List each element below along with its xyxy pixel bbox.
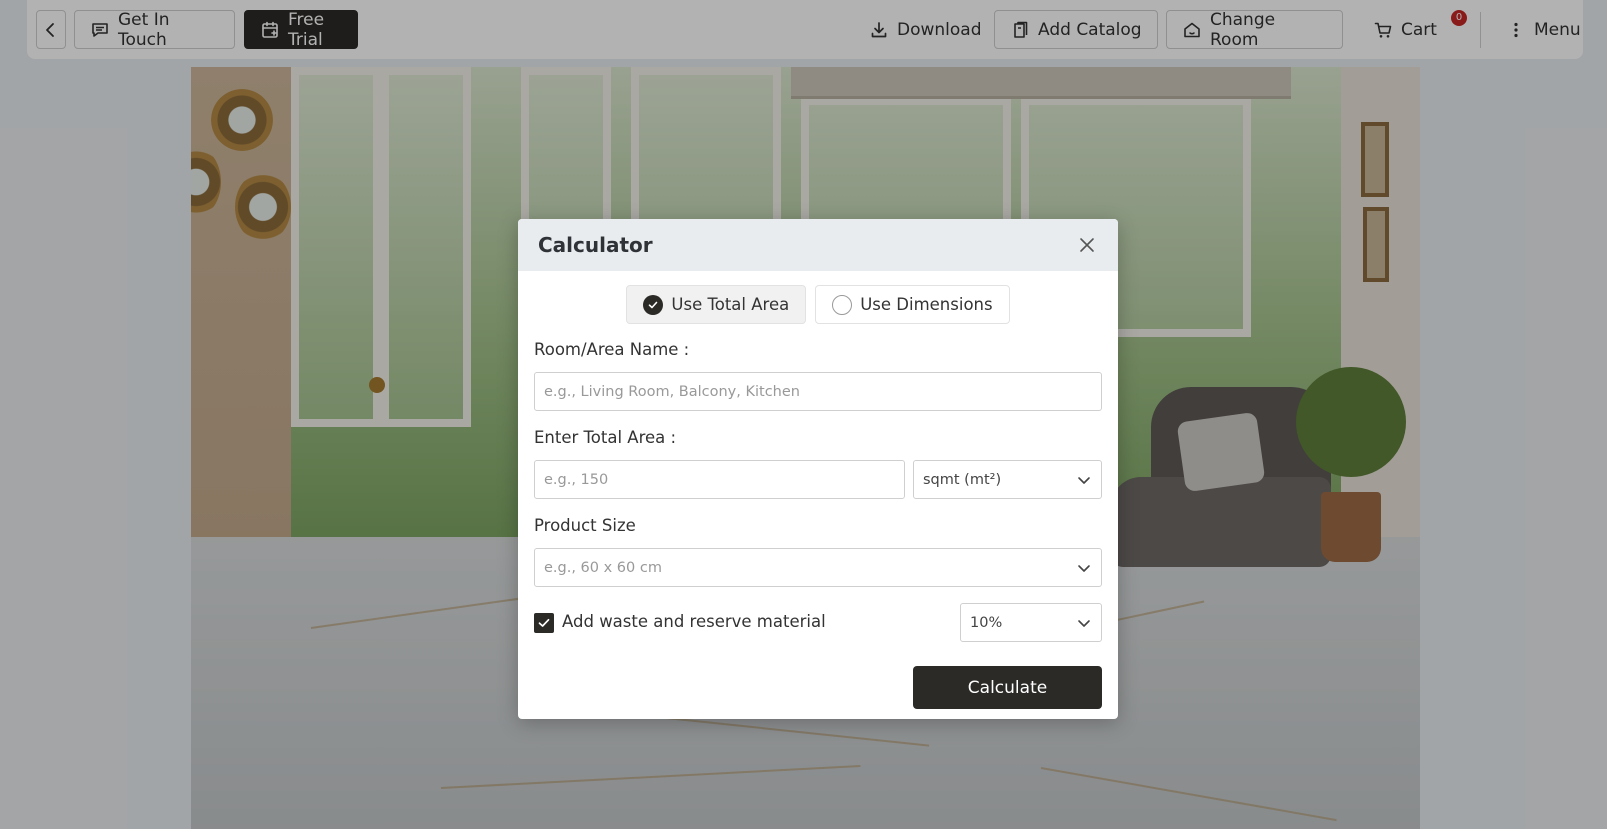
checkmark-icon — [538, 618, 550, 627]
close-button[interactable] — [1076, 234, 1098, 256]
calculate-button[interactable]: Calculate — [913, 666, 1102, 709]
total-area-label: Enter Total Area : — [534, 428, 677, 447]
chevron-down-icon — [1078, 619, 1090, 627]
unit-value: sqmt (mt²) — [923, 471, 1002, 488]
close-icon — [1080, 238, 1094, 252]
use-total-area-option[interactable]: Use Total Area — [626, 285, 807, 324]
room-name-placeholder: e.g., Living Room, Balcony, Kitchen — [544, 383, 800, 400]
chevron-down-icon — [1078, 564, 1090, 572]
radio-empty-icon — [832, 294, 853, 315]
unit-select[interactable]: sqmt (mt²) — [913, 460, 1102, 499]
chevron-down-icon — [1078, 476, 1090, 484]
total-area-input[interactable]: e.g., 150 — [534, 460, 905, 499]
modal-header: Calculator — [518, 219, 1118, 271]
product-size-select[interactable]: e.g., 60 x 60 cm — [534, 548, 1102, 587]
mode-toggle: Use Total Area Use Dimensions — [518, 285, 1118, 324]
calculator-modal: Calculator Use Total Area Use Dimensions… — [518, 219, 1118, 719]
modal-title: Calculator — [538, 233, 653, 257]
product-size-label: Product Size — [534, 516, 636, 535]
room-name-input[interactable]: e.g., Living Room, Balcony, Kitchen — [534, 372, 1102, 411]
room-name-label: Room/Area Name : — [534, 340, 690, 359]
waste-percent-select[interactable]: 10% — [960, 603, 1102, 642]
waste-percent-value: 10% — [970, 614, 1003, 631]
use-total-area-label: Use Total Area — [671, 295, 790, 314]
waste-checkbox[interactable] — [534, 613, 554, 633]
product-size-placeholder: e.g., 60 x 60 cm — [544, 559, 662, 576]
total-area-placeholder: e.g., 150 — [544, 471, 609, 488]
waste-label: Add waste and reserve material — [562, 612, 826, 631]
use-dimensions-label: Use Dimensions — [860, 295, 993, 314]
use-dimensions-option[interactable]: Use Dimensions — [815, 285, 1010, 324]
check-circle-icon — [643, 294, 664, 315]
